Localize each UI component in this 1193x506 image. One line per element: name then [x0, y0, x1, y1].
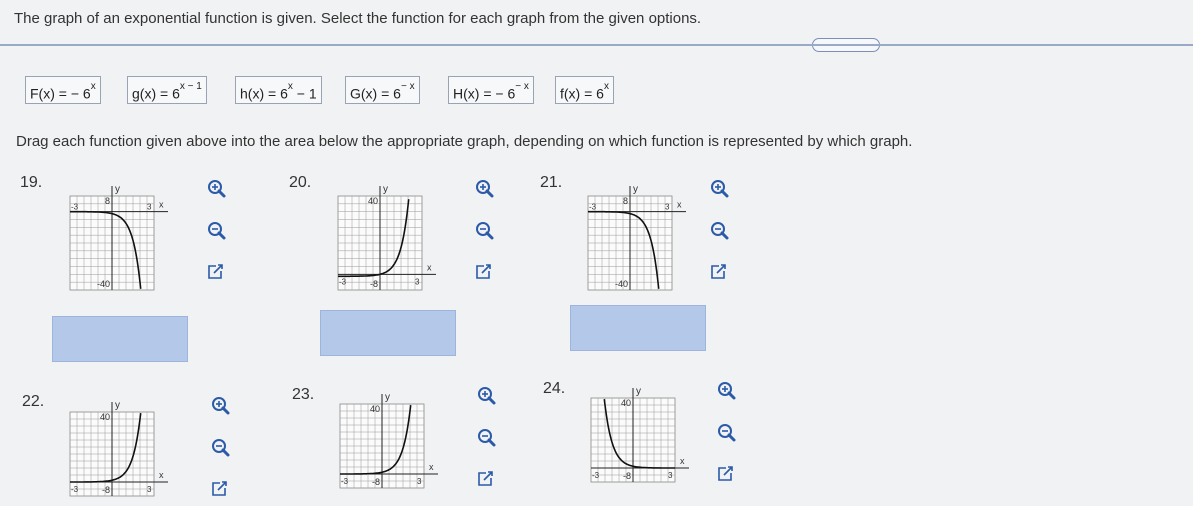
- function-option-exponent: x: [90, 81, 96, 92]
- open-graph-icon[interactable]: [212, 481, 227, 496]
- graph-number: 24.: [543, 380, 566, 397]
- open-graph-icon[interactable]: [478, 471, 493, 486]
- y-tick-label: 40: [621, 398, 631, 408]
- instructions-text: The graph of an exponential function is …: [14, 10, 702, 27]
- y-tick-label: -8: [623, 471, 631, 481]
- function-option-exponent: x: [603, 81, 609, 92]
- graph-tools: [718, 382, 736, 481]
- y-axis-label: y: [636, 386, 641, 397]
- zoom-out-icon[interactable]: [711, 222, 729, 240]
- x-axis-label: x: [677, 200, 682, 210]
- answer-drop-zone[interactable]: [570, 305, 706, 351]
- x-axis-label: x: [429, 462, 434, 472]
- function-option-exponent: − x: [400, 81, 415, 92]
- graph-number: 19.: [20, 174, 43, 191]
- x-tick-label: 3: [665, 203, 670, 212]
- open-graph-icon[interactable]: [718, 466, 733, 481]
- exponential-graph: y x 40 -8 -3 3: [590, 386, 689, 483]
- y-axis-label: y: [115, 184, 120, 195]
- zoom-out-icon[interactable]: [718, 424, 736, 442]
- x-tick-label: -3: [71, 485, 79, 494]
- x-tick-label: 3: [147, 485, 152, 494]
- x-tick-label: 3: [668, 471, 673, 480]
- y-tick-label: -40: [615, 279, 628, 289]
- graph-number: 20.: [289, 174, 312, 191]
- y-tick-label: -8: [370, 279, 378, 289]
- zoom-in-icon[interactable]: [212, 397, 230, 415]
- graph-tools: [478, 387, 496, 486]
- zoom-out-icon[interactable]: [208, 222, 226, 240]
- y-axis-label: y: [383, 184, 388, 195]
- function-option-H[interactable]: H(x) = − 6− x: [448, 76, 534, 104]
- exponential-graph: y x 8 -40 -3 3: [69, 184, 168, 291]
- function-option-F[interactable]: F(x) = − 6x: [25, 76, 101, 104]
- graph-number: 21.: [540, 174, 563, 191]
- function-option-base: g(x) = 6: [132, 85, 180, 102]
- x-axis-label: x: [427, 262, 432, 272]
- function-option-base: F(x) = − 6: [30, 85, 91, 102]
- x-axis-label: x: [159, 470, 164, 480]
- function-option-f[interactable]: f(x) = 6x: [555, 76, 614, 104]
- answer-drop-zone[interactable]: [52, 316, 188, 362]
- open-graph-icon[interactable]: [711, 264, 726, 279]
- x-tick-label: 3: [147, 203, 152, 212]
- function-option-base: G(x) = 6: [350, 85, 401, 102]
- exponential-graph: y x 8 -40 -3 3: [587, 184, 686, 291]
- graph-number: 23.: [292, 386, 315, 403]
- x-tick-label: 3: [417, 477, 422, 486]
- zoom-in-icon[interactable]: [208, 180, 226, 198]
- function-option-exponent: x: [287, 81, 293, 92]
- zoom-in-icon[interactable]: [478, 387, 496, 405]
- y-tick-label: 40: [368, 196, 378, 206]
- y-axis-label: y: [115, 400, 120, 411]
- y-tick-label: 8: [623, 196, 628, 206]
- function-option-base: f(x) = 6: [560, 85, 604, 102]
- function-option-exponent: − x: [515, 81, 529, 92]
- y-tick-label: -8: [102, 485, 110, 495]
- x-tick-label: 3: [415, 277, 420, 286]
- x-axis-label: x: [680, 456, 685, 466]
- function-option-g[interactable]: g(x) = 6x − 1: [127, 76, 207, 104]
- divider: [0, 44, 1193, 46]
- exponential-graph: y x 40 -8 -3 3: [339, 392, 438, 489]
- function-option-exponent: x − 1: [179, 81, 202, 92]
- zoom-in-icon[interactable]: [711, 180, 729, 198]
- y-tick-label: -40: [97, 279, 110, 289]
- x-tick-label: -3: [589, 203, 597, 212]
- exponential-graph: y x 40 -8 -3 3: [337, 184, 436, 291]
- graph-number: 22.: [22, 393, 45, 410]
- zoom-in-icon[interactable]: [718, 382, 736, 400]
- x-tick-label: -3: [341, 477, 349, 486]
- function-option-base: H(x) = − 6: [453, 85, 516, 102]
- answer-drop-zone[interactable]: [320, 310, 456, 356]
- zoom-out-icon[interactable]: [478, 429, 496, 447]
- y-axis-label: y: [385, 392, 390, 403]
- graph-tools: [711, 180, 729, 279]
- drag-instructions: Drag each function given above into the …: [16, 133, 913, 150]
- graph-tools: [208, 180, 226, 279]
- function-option-tail: − 1: [292, 85, 317, 102]
- zoom-in-icon[interactable]: [476, 180, 494, 198]
- exponential-graph: y x 40 -8 -3 3: [69, 400, 168, 497]
- y-tick-label: 40: [100, 412, 110, 422]
- y-tick-label: 8: [105, 196, 110, 206]
- function-option-h[interactable]: h(x) = 6x − 1: [235, 76, 322, 104]
- x-axis-label: x: [159, 200, 164, 210]
- y-tick-label: -8: [372, 477, 380, 487]
- y-axis-label: y: [633, 184, 638, 195]
- open-graph-icon[interactable]: [476, 264, 491, 279]
- graph-tools: [476, 180, 494, 279]
- zoom-out-icon[interactable]: [476, 222, 494, 240]
- graph-tools: [212, 397, 230, 496]
- zoom-out-icon[interactable]: [212, 439, 230, 457]
- x-tick-label: -3: [592, 471, 600, 480]
- function-option-base: h(x) = 6: [240, 85, 288, 102]
- function-option-G[interactable]: G(x) = 6− x: [345, 76, 420, 104]
- x-tick-label: -3: [339, 277, 347, 286]
- open-graph-icon[interactable]: [208, 264, 223, 279]
- x-tick-label: -3: [71, 203, 79, 212]
- y-tick-label: 40: [370, 404, 380, 414]
